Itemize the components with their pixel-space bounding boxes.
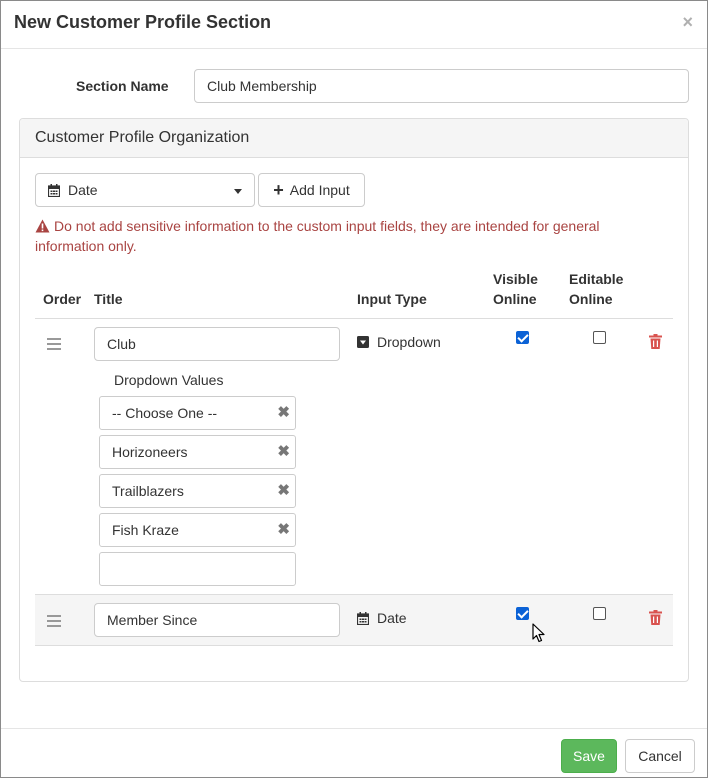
row-input-type: Dropdown (357, 334, 441, 350)
remove-icon[interactable]: ✖ (277, 483, 290, 499)
modal-footer-divider (1, 728, 707, 729)
remove-icon[interactable]: ✖ (277, 522, 290, 538)
editable-online-checkbox[interactable] (593, 607, 606, 620)
dropdown-value-input[interactable]: Fish Kraze ✖ (99, 513, 296, 547)
section-name-label: Section Name (76, 78, 169, 94)
column-header-title: Title (94, 291, 123, 307)
modal-title: New Customer Profile Section (14, 12, 272, 32)
row-title-value: Member Since (107, 612, 198, 628)
row-divider (35, 645, 673, 646)
dropdown-value-input[interactable]: Trailblazers ✖ (99, 474, 296, 508)
close-icon[interactable]: × (682, 13, 693, 31)
caret-down-icon (234, 189, 242, 194)
save-button[interactable]: Save (561, 739, 617, 773)
trash-icon[interactable] (649, 334, 662, 349)
drag-handle-icon[interactable] (47, 615, 61, 627)
column-header-order: Order (43, 291, 82, 307)
remove-icon[interactable]: ✖ (277, 444, 290, 460)
row-title-input[interactable]: Club (94, 327, 340, 361)
column-header-visible-line1: Visible (493, 271, 538, 287)
calendar-icon (48, 183, 60, 197)
calendar-icon (357, 611, 369, 625)
visible-online-checkbox[interactable] (516, 607, 529, 620)
caret-square-down-icon (357, 336, 369, 348)
panel-title: Customer Profile Organization (35, 129, 250, 146)
input-type-select-value: Date (68, 182, 98, 198)
column-header-visible-line2: Online (493, 291, 537, 307)
editable-online-checkbox[interactable] (593, 331, 606, 344)
panel-heading: Customer Profile Organization (20, 119, 688, 158)
table-header-divider (35, 318, 673, 319)
trash-icon[interactable] (649, 610, 662, 625)
row-input-type-label: Date (377, 610, 407, 626)
drag-handle-icon[interactable] (47, 338, 61, 350)
dropdown-value-text: Fish Kraze (112, 522, 179, 538)
dropdown-value-text: -- Choose One -- (112, 405, 218, 421)
plus-icon: + (273, 180, 284, 200)
sensitive-info-warning: Do not add sensitive information to the … (35, 216, 655, 256)
dropdown-value-text: Trailblazers (112, 483, 184, 499)
modal-dialog: New Customer Profile Section × Section N… (0, 0, 708, 778)
dropdown-value-input[interactable]: -- Choose One -- ✖ (99, 396, 296, 430)
section-name-value: Club Membership (207, 78, 317, 94)
dropdown-values-label: Dropdown Values (114, 372, 224, 388)
column-header-editable-line1: Editable (569, 271, 624, 287)
modal-header: New Customer Profile Section × (1, 1, 707, 49)
column-header-input-type: Input Type (357, 291, 427, 307)
add-input-label: Add Input (289, 182, 350, 198)
warning-icon (35, 219, 50, 233)
add-input-button[interactable]: + Add Input (258, 173, 365, 207)
column-header-editable-online: Editable Online (569, 269, 623, 309)
mouse-pointer-icon (532, 623, 545, 643)
row-input-type-label: Dropdown (377, 334, 441, 350)
row-title-input[interactable]: Member Since (94, 603, 340, 637)
row-input-type: Date (357, 610, 407, 626)
column-header-editable-line2: Online (569, 291, 613, 307)
remove-icon[interactable]: ✖ (277, 405, 290, 421)
section-name-input[interactable]: Club Membership (194, 69, 689, 103)
dropdown-value-input[interactable]: Horizoneers ✖ (99, 435, 296, 469)
visible-online-checkbox[interactable] (516, 331, 529, 344)
new-dropdown-value-input[interactable] (99, 552, 296, 586)
cancel-button[interactable]: Cancel (625, 739, 695, 773)
dropdown-value-text: Horizoneers (112, 444, 188, 460)
input-type-select[interactable]: Date (35, 173, 255, 207)
warning-text: Do not add sensitive information to the … (35, 218, 600, 254)
row-title-value: Club (107, 336, 136, 352)
column-header-visible-online: Visible Online (493, 269, 538, 309)
